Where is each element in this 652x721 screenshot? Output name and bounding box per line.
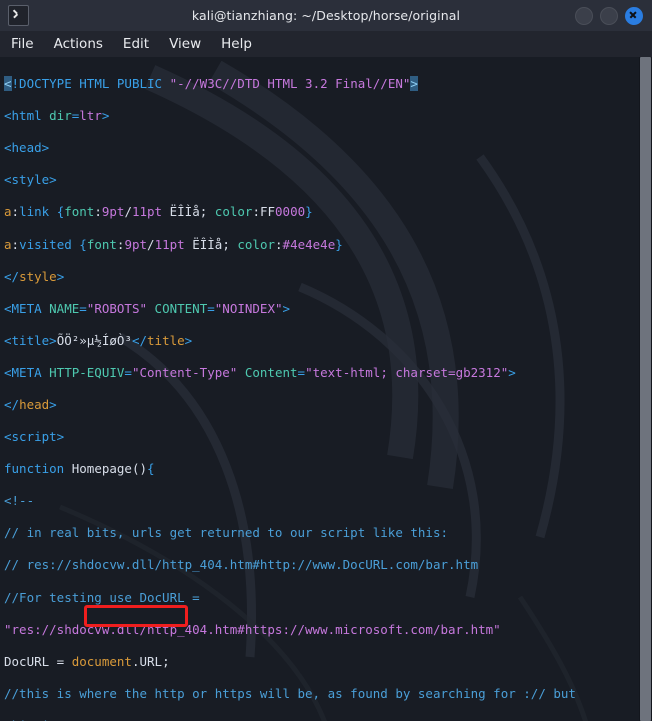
code-line: <!-- <box>4 493 35 509</box>
code-line: <html dir=ltr> <box>4 108 110 124</box>
maximize-button[interactable] <box>600 6 618 25</box>
code-line: </style> <box>4 268 65 284</box>
menu-item-help[interactable]: Help <box>221 36 252 52</box>
code-line: // in real bits, urls get returned to ou… <box>4 525 449 541</box>
code-line: <META NAME="ROBOTS" CONTENT="NOINDEX"> <box>4 300 291 316</box>
code-line: a:link {font:9pt/11pt ËÎÌå; color:FF0000… <box>4 204 313 220</box>
code-line: DocURL = document.URL; <box>4 653 170 669</box>
code-line: <title>ÕÖ²»µ½ÍøÒ³</title> <box>4 332 193 348</box>
code-line: function Homepage(){ <box>4 461 155 477</box>
code-line: "res://shdocvw.dll/http_404.htm#https://… <box>4 621 501 637</box>
code-line: //For testing use DocURL = <box>4 589 200 605</box>
menu-item-file[interactable]: File <box>11 36 34 52</box>
code-line: //this is where the http or https will b… <box>4 685 576 701</box>
menu-item-edit[interactable]: Edit <box>123 36 149 52</box>
code-line: <head> <box>4 140 50 156</box>
close-button[interactable] <box>625 6 643 25</box>
title-bar: kali@tianzhiang: ~/Desktop/horse/origina… <box>0 0 652 31</box>
terminal-window: kali@tianzhiang: ~/Desktop/horse/origina… <box>0 0 652 721</box>
menu-bar: File Actions Edit View Help <box>0 31 652 57</box>
terminal-body[interactable]: <!DOCTYPE HTML PUBLIC "-//W3C//DTD HTML … <box>0 57 652 721</box>
terminal-icon <box>8 5 29 26</box>
code-line: <script> <box>4 429 65 445</box>
code-line: <style> <box>4 172 57 188</box>
code-line: <META HTTP-EQUIV="Content-Type" Content=… <box>4 364 516 380</box>
minimize-button[interactable] <box>575 6 593 25</box>
code-line: // res://shdocvw.dll/http_404.htm#http:/… <box>4 557 479 573</box>
window-title: kali@tianzhiang: ~/Desktop/horse/origina… <box>191 8 461 23</box>
terminal-scrollbar[interactable] <box>639 57 652 721</box>
scrollbar-thumb[interactable] <box>640 57 651 721</box>
code-line: a:visited {font:9pt/11pt ËÎÌå; color:#4e… <box>4 236 343 252</box>
code-line: </head> <box>4 396 57 412</box>
editor-text-area[interactable]: <!DOCTYPE HTML PUBLIC "-//W3C//DTD HTML … <box>0 57 583 721</box>
window-controls <box>575 6 643 25</box>
code-line: <!DOCTYPE HTML PUBLIC "-//W3C//DTD HTML … <box>4 76 418 92</box>
menu-item-view[interactable]: View <box>169 36 201 52</box>
menu-item-actions[interactable]: Actions <box>54 36 103 52</box>
